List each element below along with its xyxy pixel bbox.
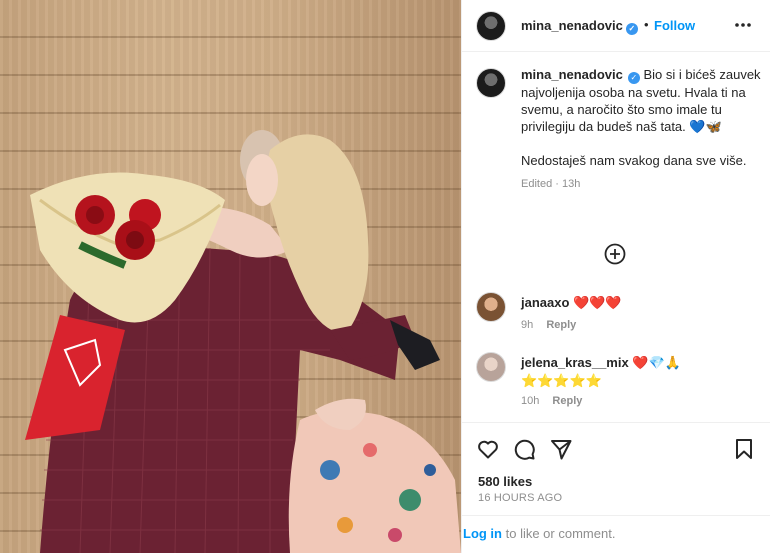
caption-text-2: Nedostaješ nam svakog dana sve više. <box>521 153 747 168</box>
commenter-username[interactable]: jelena_kras__mix <box>521 355 629 370</box>
author-username-text[interactable]: mina_nenadovic <box>521 18 623 33</box>
reply-button[interactable]: Reply <box>546 319 576 331</box>
reply-button[interactable]: Reply <box>552 395 582 407</box>
author-username[interactable]: mina_nenadovic ✓ <box>521 18 638 35</box>
caption-meta: Edited · 13h <box>521 178 581 190</box>
login-prompt: Log in to like or comment. <box>462 515 770 553</box>
comment-text: jelena_kras__mix ❤️💎🙏 ⭐⭐⭐⭐⭐ <box>521 354 761 390</box>
comment-time: 9h <box>521 319 534 331</box>
comment-time: 10h <box>521 395 540 407</box>
plus-circle-icon[interactable] <box>604 243 626 265</box>
post-header: mina_nenadovic ✓ • Follow <box>462 0 770 52</box>
verified-badge-icon: ✓ <box>625 23 638 35</box>
caption-body: mina_nenadovic ✓ Bio si i bićeš zauvek na… <box>521 66 761 193</box>
heart-icon[interactable] <box>476 437 500 461</box>
bookmark-icon[interactable] <box>732 437 756 461</box>
comment-text: janaaxo ❤️❤️❤️ <box>521 294 761 312</box>
verified-badge-icon: ✓ <box>627 72 640 84</box>
commenter-avatar[interactable] <box>476 292 506 322</box>
woman-dress <box>288 411 461 553</box>
login-link[interactable]: Log in <box>463 526 502 541</box>
comment-icon[interactable] <box>512 437 536 461</box>
comment-body: ❤️❤️❤️ <box>573 295 622 310</box>
action-bar <box>462 422 770 472</box>
caption-avatar[interactable] <box>476 68 506 98</box>
caption-username[interactable]: mina_nenadovic <box>521 67 623 82</box>
paper-plane-icon[interactable] <box>549 437 573 461</box>
commenter-avatar[interactable] <box>476 352 506 382</box>
separator-dot: • <box>644 17 649 32</box>
like-count[interactable]: 580 likes <box>478 474 532 489</box>
woman-face <box>246 154 278 206</box>
photo-illustration <box>25 130 461 553</box>
post-sidebar: mina_nenadovic ✓ • Follow mina_nenadovic ✓… <box>461 0 770 553</box>
follow-button[interactable]: Follow <box>654 18 695 33</box>
comment-meta: 9h Reply <box>521 319 576 331</box>
login-suffix: to like or comment. <box>502 526 616 541</box>
post-photo[interactable] <box>0 0 461 553</box>
commenter-username[interactable]: janaaxo <box>521 295 569 310</box>
comment-meta: 10h Reply <box>521 395 582 407</box>
post-time[interactable]: 16 HOURS AGO <box>478 492 562 504</box>
author-avatar[interactable] <box>476 11 506 41</box>
more-options-icon[interactable] <box>733 15 753 35</box>
